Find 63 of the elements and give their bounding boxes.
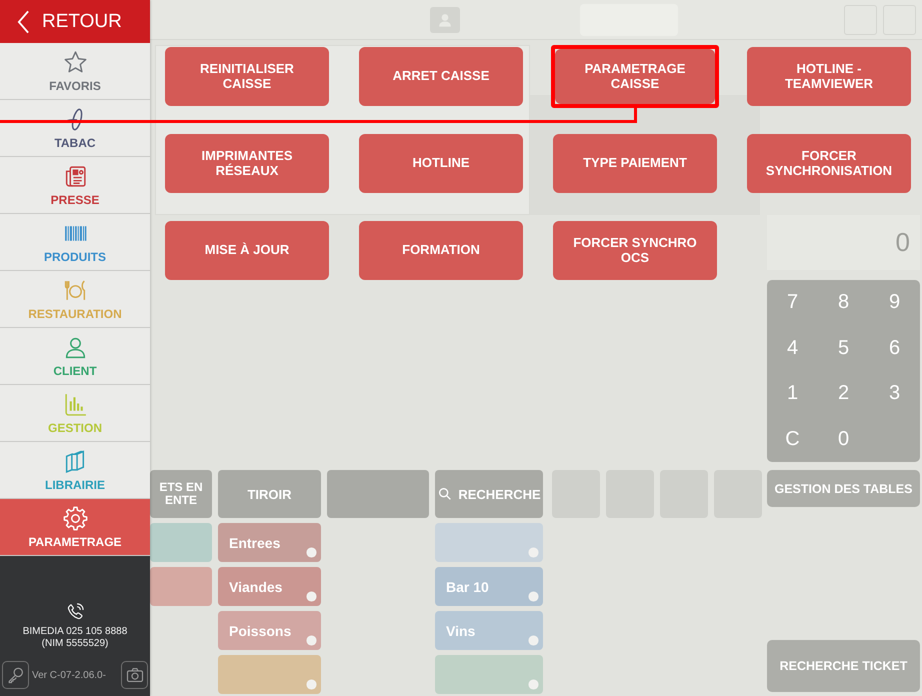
category-tile[interactable]: Vins (435, 611, 543, 650)
toolbar-tile[interactable] (327, 470, 429, 518)
sidebar-item[interactable]: PARAMETRAGE (0, 499, 150, 556)
category-tile[interactable] (435, 523, 543, 562)
contact-text: BIMEDIA 025 105 8888 (22, 626, 128, 638)
category-tile[interactable]: Viandes (218, 567, 321, 606)
toolbar-button[interactable]: ETS EN ENTE (150, 470, 212, 518)
key-button[interactable] (2, 661, 29, 689)
camera-button[interactable] (121, 661, 148, 689)
star-icon (62, 50, 88, 74)
circle-icon (306, 679, 317, 690)
version-text: Ver C-07-2.06.0- (32, 670, 107, 680)
plate-cutlery-icon (62, 278, 88, 302)
category-tile[interactable]: Poissons (218, 611, 321, 650)
numpad-key[interactable]: 6 (869, 326, 920, 371)
circle-icon (306, 591, 317, 602)
action-button[interactable]: IMPRIMANTES RÉSEAUX (165, 134, 329, 193)
numpad-key[interactable]: 4 (767, 326, 818, 371)
circle-icon (528, 591, 539, 602)
numpad-key[interactable]: 0 (818, 416, 869, 462)
action-button[interactable]: TYPE PAIEMENT (553, 134, 717, 193)
bar-chart-icon (62, 392, 88, 416)
amount-field: 0 (767, 215, 920, 270)
action-button[interactable]: PARAMETRAGE CAISSE (555, 49, 715, 104)
circle-icon (306, 635, 317, 646)
camera-icon (126, 666, 144, 684)
action-button[interactable]: FORMATION (359, 221, 523, 280)
circle-icon (306, 547, 317, 558)
numpad-key[interactable]: C (767, 416, 818, 462)
category-tile[interactable] (150, 567, 212, 606)
action-button[interactable]: HOTLINE - TEAMVIEWER (747, 47, 911, 106)
numpad-key[interactable]: 5 (818, 326, 869, 371)
phone-icon (66, 602, 84, 621)
search-button[interactable]: RECHERCHE (435, 470, 543, 518)
category-tile[interactable]: Bar 10 (435, 567, 543, 606)
action-button[interactable]: ARRET CAISSE (359, 47, 523, 106)
category-tile[interactable] (435, 655, 543, 694)
settings-icon (62, 506, 88, 530)
key-icon (6, 666, 24, 684)
action-button[interactable]: REINITIALISER CAISSE (165, 47, 329, 106)
search-icon (437, 486, 454, 502)
nim-text: (NIM 5555529) (42, 638, 108, 650)
numpad-key[interactable]: 8 (818, 280, 869, 326)
numpad-key[interactable]: 7 (767, 280, 818, 326)
numpad-key[interactable]: 1 (767, 371, 818, 416)
action-button[interactable]: FORCER SYNCHRO OCS (553, 221, 717, 280)
category-tile[interactable] (218, 655, 321, 694)
ticket-search-button[interactable]: RECHERCHE TICKET (767, 640, 920, 692)
circle-icon (528, 635, 539, 646)
circle-icon (528, 547, 539, 558)
numpad-key[interactable]: 2 (818, 371, 869, 416)
action-button[interactable]: MISE À JOUR (165, 221, 329, 280)
numpad-key[interactable]: 9 (869, 280, 920, 326)
circle-icon (528, 679, 539, 690)
category-tile[interactable] (150, 523, 212, 562)
toolbar-button[interactable]: TIROIR (218, 470, 321, 518)
action-button[interactable]: FORCER SYNCHRONISATION (747, 134, 911, 193)
chevron-left-icon (17, 10, 30, 34)
back-button[interactable]: RETOUR (0, 0, 150, 43)
action-button[interactable]: HOTLINE (359, 134, 523, 193)
numpad-key[interactable]: 3 (869, 371, 920, 416)
category-tile[interactable]: Entrees (218, 523, 321, 562)
tables-button[interactable]: GESTION DES TABLES (767, 470, 920, 507)
